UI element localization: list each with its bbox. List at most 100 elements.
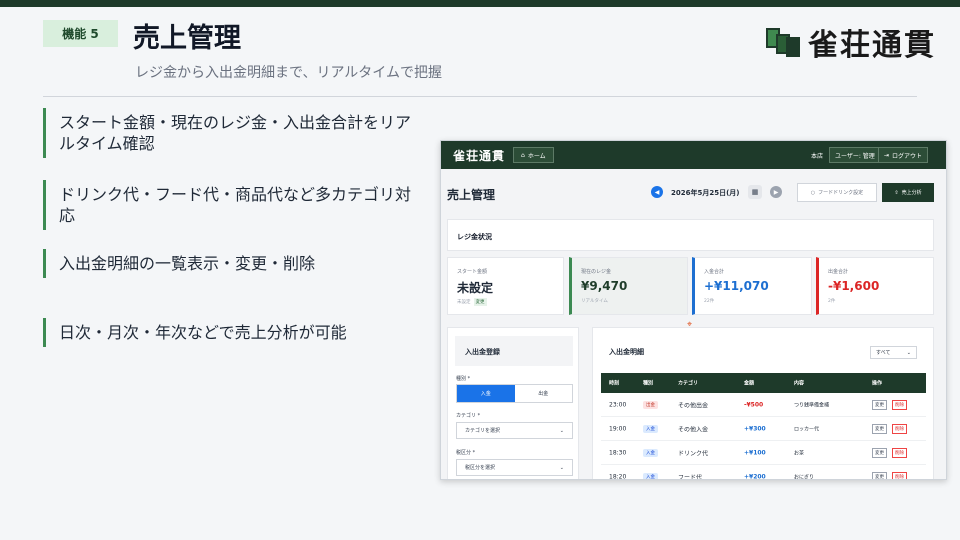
tax-label: 税区分 * [456, 450, 476, 456]
table-row: 18:30 入金 ドリンク代 +¥100 お茶 変更 削除 [601, 441, 926, 465]
prev-date-button[interactable]: ◀ [651, 186, 663, 198]
column-header: カテゴリ [678, 380, 699, 387]
row-category: その他入金 [678, 426, 709, 433]
row-type-badge: 入金 [643, 424, 658, 433]
stat-label: スタート金額 [457, 269, 488, 275]
stat-value: +¥11,070 [704, 279, 769, 293]
tax-select[interactable]: 税区分を選択 ⌄ [456, 459, 573, 476]
column-header: 時刻 [609, 380, 620, 387]
home-button[interactable]: ⌂ ホーム [513, 147, 554, 163]
logout-icon: ⇥ [884, 151, 890, 159]
feature-item: 日次・月次・年次などで売上分析が可能 [43, 318, 423, 347]
feature-item: 入出金明細の一覧表示・変更・削除 [43, 249, 423, 278]
sales-analysis-label: 売上分析 [901, 190, 922, 196]
register-status-header: レジ金状況 [447, 219, 934, 251]
type-outgo-option[interactable]: 出金 [514, 385, 572, 402]
table-row: 23:00 出金 その他出金 -¥500 つり銭準備金補 変更 削除 [601, 393, 926, 417]
edit-button[interactable]: 変更 [872, 447, 887, 458]
chevron-down-icon: ⌄ [559, 464, 564, 471]
row-content: つり銭準備金補 [794, 402, 830, 408]
feature-item: スタート金額・現在のレジ金・入出金合計をリアルタイム確認 [43, 108, 423, 158]
stat-label: 出金合計 [828, 269, 849, 275]
row-amount: +¥300 [744, 425, 766, 432]
home-icon: ⌂ [521, 151, 525, 159]
edit-button[interactable]: 変更 [872, 471, 887, 479]
delete-button[interactable]: 削除 [892, 471, 907, 479]
stat-label: 現在のレジ金 [581, 269, 612, 275]
category-select[interactable]: カテゴリを選択 ⌄ [456, 422, 573, 439]
user-button[interactable]: ユーザー: 管理 [829, 147, 881, 163]
chevron-down-icon: ⌄ [906, 349, 911, 356]
edit-button[interactable]: 変更 [872, 423, 887, 434]
stat-current-register: 現在のレジ金 ¥9,470 リアルタイム [569, 257, 688, 315]
stat-value: -¥1,600 [828, 279, 880, 293]
row-type-badge: 入金 [643, 448, 658, 457]
column-header: 内容 [794, 380, 805, 387]
table-header: 時刻 種別 カテゴリ 金額 内容 操作 [601, 373, 926, 393]
category-select-value: カテゴリを選択 [465, 428, 501, 434]
logo-text: 雀荘通貫 [808, 28, 936, 63]
row-time: 18:20 [609, 473, 627, 480]
register-status-title: レジ金状況 [457, 233, 492, 241]
row-amount: +¥200 [744, 473, 766, 480]
row-category: その他出金 [678, 402, 709, 409]
row-type-badge: 出金 [643, 400, 658, 409]
logout-button[interactable]: ⇥ ログアウト [878, 147, 929, 163]
next-date-button[interactable]: ▶ [770, 186, 782, 198]
logout-label: ログアウト [892, 152, 923, 160]
row-amount: -¥500 [744, 401, 764, 408]
delete-button[interactable]: 削除 [892, 399, 907, 410]
row-content: おにぎり [794, 474, 815, 480]
row-content: お茶 [794, 450, 805, 456]
edit-button[interactable]: 変更 [872, 399, 887, 410]
sales-analysis-button[interactable]: ⇧ 売上分析 [882, 183, 934, 202]
store-name: 本店 [811, 153, 824, 160]
top-accent-bar [0, 0, 960, 7]
table-row: 18:20 入金 フード代 +¥200 おにぎり 変更 削除 [601, 465, 926, 480]
calendar-icon[interactable]: ▦ [748, 185, 762, 199]
stat-sub: 2件 [828, 299, 836, 304]
filter-value: すべて [876, 350, 891, 356]
stat-sub: 未設定 変更 [457, 298, 487, 306]
delete-button[interactable]: 削除 [892, 447, 907, 458]
column-header: 操作 [872, 380, 883, 387]
type-toggle: 入金 出金 [456, 384, 573, 403]
current-date: 2026年5月25日(月) [671, 189, 740, 197]
entry-form: 入出金登録 種別 * 入金 出金 カテゴリ * カテゴリを選択 ⌄ 税区分 * … [447, 327, 579, 479]
mouse-cursor-icon: ⌖ [687, 320, 693, 330]
feature-badge: 機能 5 [43, 20, 118, 47]
row-time: 19:00 [609, 425, 627, 432]
row-category: ドリンク代 [678, 450, 709, 457]
row-type-badge: 入金 [643, 472, 658, 479]
slide-subtitle: レジ金から入出金明細まで、リアルタイムで把握 [135, 65, 443, 81]
app-brand[interactable]: 雀荘通貫 [453, 147, 505, 164]
app-screenshot: 雀荘通貫 ⌂ ホーム 本店 ユーザー: 管理 ⇥ ログアウト 売上管理 ◀ 20… [440, 140, 947, 480]
category-label: カテゴリ * [456, 413, 481, 419]
row-time: 18:30 [609, 449, 627, 456]
logo-mark-icon [766, 26, 800, 58]
transactions-title: 入出金明細 [609, 348, 644, 356]
divider [43, 96, 917, 97]
stat-sub-text: 未設定 [457, 300, 471, 305]
chart-icon: ⇧ [894, 189, 899, 196]
app-navbar: 雀荘通貫 ⌂ ホーム 本店 ユーザー: 管理 ⇥ ログアウト [441, 141, 946, 169]
stat-income-total: 入金合計 +¥11,070 22件 [692, 257, 812, 315]
food-drink-label: フードドリンク設定 [818, 190, 864, 196]
type-income-option[interactable]: 入金 [457, 385, 515, 402]
filter-select[interactable]: すべて ⌄ [870, 346, 917, 359]
stat-outgo-total: 出金合計 -¥1,600 2件 [816, 257, 934, 315]
feature-item: ドリンク代・フード代・商品代など多カテゴリ対応 [43, 180, 423, 230]
change-start-button[interactable]: 変更 [473, 298, 487, 306]
stat-value: 未設定 [457, 281, 494, 295]
table-row: 19:00 入金 その他入金 +¥300 ロッカー代 変更 削除 [601, 417, 926, 441]
entry-form-title: 入出金登録 [455, 336, 573, 366]
row-amount: +¥100 [744, 449, 766, 456]
transactions-table-card: 入出金明細 すべて ⌄ 時刻 種別 カテゴリ 金額 内容 操作 23:00 出金そ… [592, 327, 934, 480]
column-header: 種別 [643, 380, 654, 387]
type-label: 種別 * [456, 376, 471, 382]
delete-button[interactable]: 削除 [892, 423, 907, 434]
chevron-down-icon: ⌄ [559, 427, 564, 434]
stat-sub: 22件 [704, 299, 715, 304]
stat-start-amount: スタート金額 未設定 未設定 変更 [447, 257, 564, 315]
food-drink-settings-button[interactable]: ○ フードドリンク設定 [797, 183, 877, 202]
